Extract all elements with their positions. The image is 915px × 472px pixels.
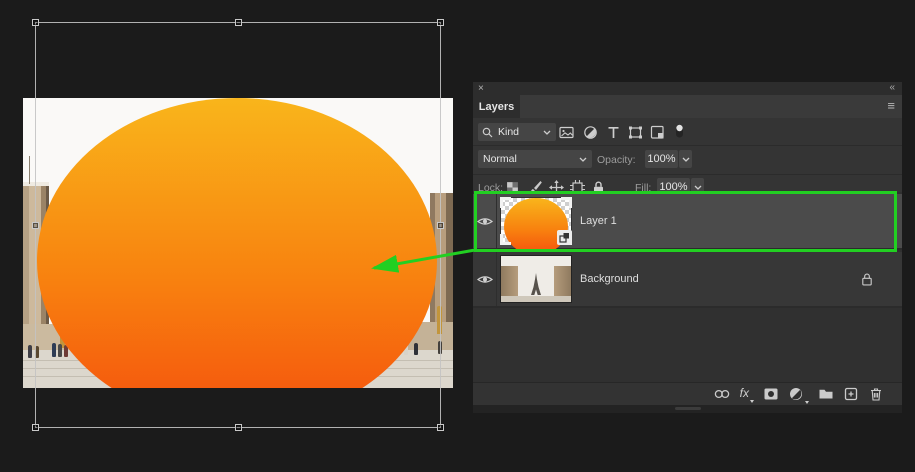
chevron-down-icon <box>694 185 701 190</box>
orange-ellipse-layer[interactable] <box>37 98 437 388</box>
photo-gold-statue-right <box>437 306 442 334</box>
eiffel-tower-silhouette <box>531 273 541 295</box>
search-icon <box>482 127 493 137</box>
panel-resize-strip[interactable] <box>473 405 902 413</box>
close-icon[interactable]: × <box>478 82 484 95</box>
layer-1-thumbnail[interactable] <box>500 197 572 256</box>
delete-layer-icon[interactable] <box>868 386 884 402</box>
layer-row-background[interactable]: Background <box>473 252 902 308</box>
tab-layers-label: Layers <box>478 100 515 113</box>
transform-handle-top-left[interactable] <box>32 19 39 26</box>
document-canvas[interactable] <box>23 98 453 388</box>
adjustment-layers-filter-icon[interactable] <box>583 125 598 140</box>
background-lock-icon <box>860 272 874 287</box>
layer-name: Layer 1 <box>580 215 617 227</box>
layers-list: Layer 1 Background <box>473 192 902 382</box>
layer-filter-kind-dropdown[interactable]: Kind <box>478 123 556 141</box>
layer-filter-toggle[interactable] <box>672 123 687 139</box>
opacity-dropdown-button[interactable] <box>679 150 692 168</box>
thumbnail-orange-ellipse <box>504 198 568 256</box>
transform-handle-bottom-center[interactable] <box>235 424 242 431</box>
background-thumbnail[interactable] <box>500 255 572 303</box>
panel-menu-icon[interactable]: ≡ <box>887 98 895 113</box>
collapse-panel-icon[interactable]: « <box>889 81 894 94</box>
transform-handle-mid-left[interactable] <box>32 222 39 229</box>
blend-mode-dropdown[interactable]: Normal <box>478 150 592 168</box>
new-group-icon[interactable] <box>818 386 834 402</box>
layer-name: Background <box>580 273 639 285</box>
panel-footer: fx <box>473 382 902 405</box>
photo-antenna <box>29 156 30 184</box>
adjustment-layer-icon[interactable] <box>788 386 809 404</box>
new-layer-icon[interactable] <box>843 386 859 402</box>
panel-tab-bar: Layers ≡ <box>473 95 902 118</box>
visibility-toggle[interactable] <box>473 252 497 306</box>
opacity-label: Opacity: <box>597 154 636 166</box>
transform-handle-bottom-right[interactable] <box>437 424 444 431</box>
resize-gripper <box>675 407 701 410</box>
chevron-down-icon <box>682 157 689 162</box>
layer-row-layer-1[interactable]: Layer 1 <box>473 194 902 256</box>
layer-style-icon[interactable]: fx <box>740 386 754 403</box>
opacity-value-field[interactable]: 100% <box>645 150 678 168</box>
transform-handle-top-center[interactable] <box>235 19 242 26</box>
panel-titlebar: × « <box>473 82 902 95</box>
tab-layers[interactable]: Layers <box>473 95 520 118</box>
pixel-layers-filter-icon[interactable] <box>559 125 574 140</box>
blend-mode-value: Normal <box>483 153 517 165</box>
smart-object-badge-icon <box>557 230 572 245</box>
transform-handle-mid-right[interactable] <box>437 222 444 229</box>
link-layers-icon[interactable] <box>713 386 731 402</box>
chevron-down-icon <box>579 157 587 162</box>
filter-kind-label: Kind <box>498 126 520 138</box>
type-layers-filter-icon[interactable] <box>606 125 621 140</box>
opacity-value: 100% <box>647 153 676 165</box>
eye-icon <box>476 217 493 225</box>
shape-layers-filter-icon[interactable] <box>628 125 643 140</box>
layers-panel: × « Layers ≡ Kind Normal Opacity: 100% L… <box>473 82 902 413</box>
visibility-toggle[interactable] <box>473 194 497 248</box>
transform-handle-bottom-left[interactable] <box>32 424 39 431</box>
smart-object-filter-icon[interactable] <box>650 125 665 140</box>
transform-handle-top-right[interactable] <box>437 19 444 26</box>
layer-mask-icon[interactable] <box>763 386 779 402</box>
eye-icon <box>476 275 493 283</box>
chevron-down-icon <box>543 130 551 135</box>
